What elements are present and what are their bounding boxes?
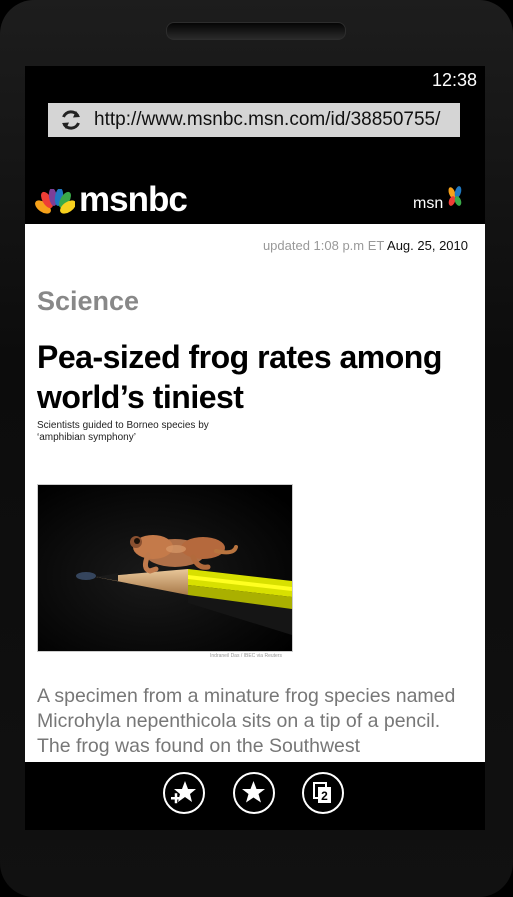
frog-on-pencil-image xyxy=(38,485,292,651)
refresh-icon[interactable] xyxy=(58,107,84,133)
article-timestamp: updated 1:08 p.m ET Aug. 25, 2010 xyxy=(263,238,468,253)
app-bar: 2 xyxy=(25,762,485,830)
add-favorite-icon xyxy=(171,781,196,804)
tabs-icon: 2 xyxy=(313,782,331,803)
article-content[interactable]: updated 1:08 p.m ET Aug. 25, 2010 Scienc… xyxy=(25,224,485,762)
updated-label: updated 1:08 p.m ET xyxy=(262,238,385,253)
add-to-favorites-button[interactable] xyxy=(163,772,205,814)
article-subheadline: Scientists guided to Borneo species by ‘… xyxy=(37,420,209,443)
msnbc-logo[interactable]: msnbc xyxy=(79,180,188,220)
msn-butterfly-icon xyxy=(448,186,462,206)
peacock-logo-icon xyxy=(35,189,75,219)
photo-caption: A specimen from a minature frog species … xyxy=(37,685,456,757)
favorites-icon xyxy=(242,781,265,803)
favorites-button[interactable] xyxy=(233,772,275,814)
msn-logo[interactable]: msn xyxy=(413,195,443,213)
address-bar[interactable]: http://www.msnbc.msn.com/id/38850755/ xyxy=(48,103,460,137)
article-photo[interactable] xyxy=(37,484,293,652)
speaker-grille xyxy=(166,22,346,40)
phone-frame: 12:38 http://www.msnbc.msn.com/id/388507… xyxy=(0,0,513,897)
section-title[interactable]: Science xyxy=(37,286,139,317)
status-clock: 12:38 xyxy=(431,70,477,90)
tabs-button[interactable]: 2 xyxy=(302,772,344,814)
tab-count-badge: 2 xyxy=(321,789,328,803)
site-header: msnbc msn xyxy=(25,174,485,224)
photo-credit: Indraneil Das / IBEC via Reuters xyxy=(210,653,282,659)
updated-date: Aug. 25, 2010 xyxy=(387,238,468,253)
url-text[interactable]: http://www.msnbc.msn.com/id/38850755/ xyxy=(94,109,440,131)
screen: 12:38 http://www.msnbc.msn.com/id/388507… xyxy=(25,66,485,830)
article-headline: Pea-sized frog rates among world’s tinie… xyxy=(37,339,442,415)
